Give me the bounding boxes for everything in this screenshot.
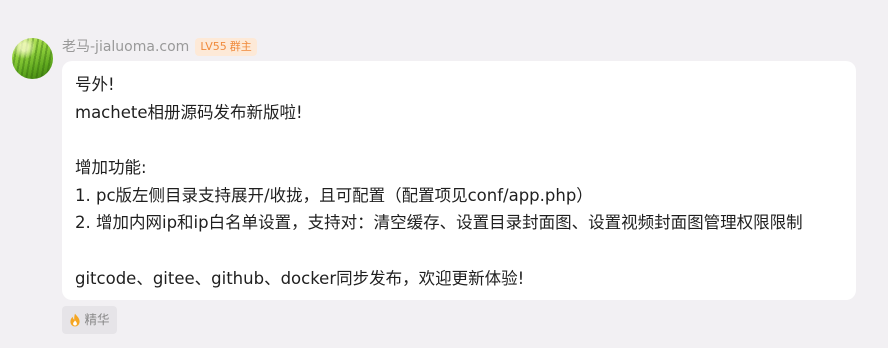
message-line: gitcode、gitee、github、docker同步发布，欢迎更新体验! <box>75 268 525 288</box>
message-line: 号外! <box>75 75 115 94</box>
flame-icon <box>70 313 81 327</box>
message-line: machete相册源码发布新版啦! <box>75 102 303 122</box>
message-line: 2. 增加内网ip和ip白名单设置，支持对：清空缓存、设置目录封面图、设置视频封… <box>75 213 803 233</box>
highlight-tag[interactable]: 精华 <box>62 306 117 334</box>
message-line: 1. pc版左侧目录支持展开/收拢，且可配置（配置项见conf/app.php） <box>75 185 593 205</box>
message-line <box>75 126 856 154</box>
sender-header: 老马-jialuoma.com LV55 群主 <box>62 38 257 56</box>
member-level: LV55 <box>200 40 227 53</box>
message-line <box>75 237 856 265</box>
sender-name[interactable]: 老马-jialuoma.com <box>62 38 189 56</box>
message-bubble[interactable]: 号外! machete相册源码发布新版啦! 增加功能: 1. pc版左侧目录支持… <box>62 61 856 300</box>
message-line: 增加功能: <box>75 158 147 178</box>
highlight-tag-label: 精华 <box>84 312 110 327</box>
avatar[interactable] <box>12 38 53 79</box>
member-badge: LV55 群主 <box>195 38 257 56</box>
member-role: 群主 <box>229 40 252 53</box>
